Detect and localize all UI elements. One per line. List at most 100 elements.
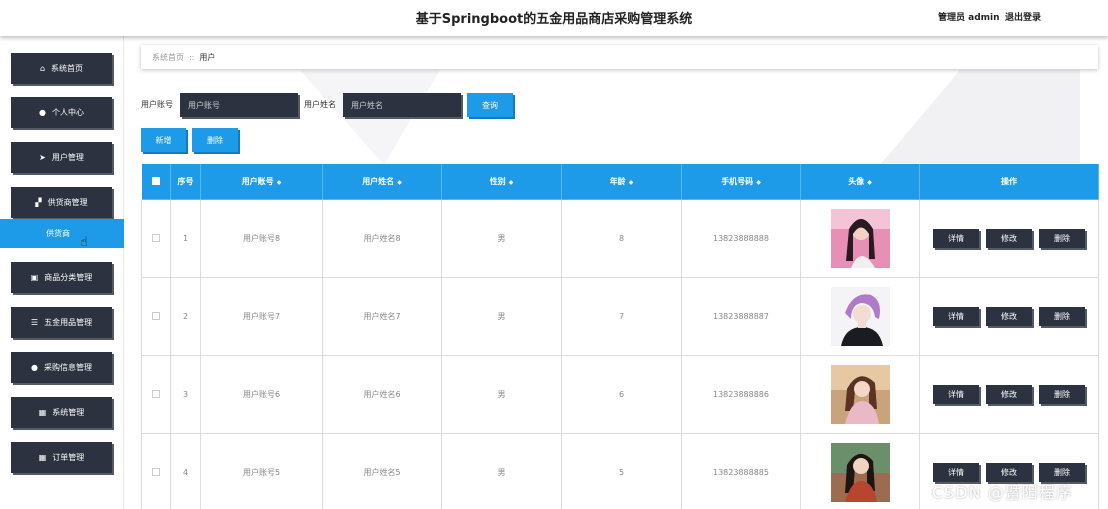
select-all-cell[interactable] — [141, 163, 171, 200]
logout-link[interactable]: 退出登录 — [1005, 10, 1041, 23]
column-header-index: 序号 — [170, 163, 201, 200]
avatar — [830, 365, 890, 424]
sidebar-item-label: 个人中心 — [51, 108, 84, 117]
row-checkbox[interactable] — [152, 311, 160, 320]
sort-icon[interactable]: ◆ — [756, 179, 761, 186]
sidebar-item-label: 用户管理 — [51, 153, 84, 162]
column-header-gender[interactable]: 性别 ◆ — [441, 163, 562, 200]
column-header-label: 用户姓名 — [362, 177, 395, 186]
briefcase-icon: ▣ — [30, 273, 39, 282]
select-all-checkbox[interactable] — [152, 176, 160, 185]
cell-age: 5 — [561, 433, 682, 509]
grid-icon: ▦ — [38, 453, 47, 462]
row-checkbox[interactable] — [152, 389, 160, 398]
detail-button[interactable]: 详情 — [933, 229, 979, 248]
table-row: 3 用户账号6 用户姓名6 男 6 13823888886 详情 修改 删除 — [141, 355, 1099, 434]
sidebar-subitem-supplier[interactable]: 供货商 — [0, 219, 124, 248]
sort-icon[interactable]: ◆ — [867, 179, 872, 186]
column-header-name[interactable]: 用户姓名 ◆ — [322, 163, 442, 200]
thumbs-up-icon: ▞ — [35, 198, 42, 207]
sidebar-item-hardware[interactable]: ☰ 五金用品管理 — [11, 307, 112, 338]
edit-button[interactable]: 修改 — [986, 307, 1032, 326]
sidebar-item-home[interactable]: ⌂ 系统首页 — [11, 53, 112, 84]
column-header-label: 年龄 — [609, 177, 626, 186]
name-label: 用户姓名 — [304, 100, 336, 109]
breadcrumb-separator: :: — [189, 52, 195, 62]
grid-icon: ▦ — [38, 408, 47, 417]
breadcrumb-home[interactable]: 系统首页 — [152, 52, 184, 63]
delete-button[interactable]: 删除 — [1039, 307, 1085, 326]
sidebar-item-suppliers[interactable]: ▞ 供货商管理 — [11, 187, 112, 218]
sidebar-item-users[interactable]: ➤ 用户管理 — [11, 142, 112, 173]
sidebar-subitem-label: 供货商 — [46, 229, 70, 238]
column-header-label: 头像 — [848, 177, 865, 186]
detail-button[interactable]: 详情 — [933, 307, 979, 326]
list-icon: ☰ — [30, 318, 39, 327]
delete-button[interactable]: 删除 — [1039, 385, 1085, 404]
cell-name: 用户姓名7 — [322, 277, 442, 356]
detail-button[interactable]: 详情 — [933, 385, 979, 404]
sidebar-item-system[interactable]: ▦ 系统管理 — [11, 397, 112, 428]
background-shape — [880, 70, 1080, 165]
sidebar-item-label: 供货商管理 — [47, 198, 88, 207]
cell-phone: 13823888888 — [681, 199, 801, 278]
delete-button[interactable]: 删除 — [1039, 229, 1085, 248]
column-header-age[interactable]: 年龄 ◆ — [561, 163, 682, 200]
paper-plane-icon: ➤ — [39, 153, 46, 162]
sort-icon[interactable]: ◆ — [397, 179, 402, 186]
sort-icon[interactable]: ◆ — [509, 179, 514, 186]
cell-name: 用户姓名8 — [322, 199, 442, 278]
user-table: 序号 用户账号 ◆ 用户姓名 ◆ 性别 ◆ 年龄 ◆ 手机号码 ◆ 头像 ◆ 操作 1 用户… — [141, 163, 1099, 509]
avatar — [830, 443, 890, 502]
column-header-avatar[interactable]: 头像 ◆ — [800, 163, 920, 200]
row-select-cell[interactable] — [141, 277, 171, 356]
cell-actions: 详情 修改 删除 — [919, 199, 1099, 278]
column-header-phone[interactable]: 手机号码 ◆ — [681, 163, 801, 200]
sidebar-item-orders[interactable]: ▦ 订单管理 — [11, 442, 112, 473]
table-row: 1 用户账号8 用户姓名8 男 8 13823888888 详情 修改 删除 — [141, 199, 1099, 278]
cell-index: 1 — [170, 199, 201, 278]
user-icon: ● — [31, 363, 38, 372]
column-header-label: 性别 — [489, 177, 506, 186]
cell-avatar — [800, 199, 920, 278]
cell-index: 2 — [170, 277, 201, 356]
cell-phone: 13823888885 — [681, 433, 801, 509]
query-button[interactable]: 查询 — [467, 93, 513, 117]
sort-icon[interactable]: ◆ — [277, 179, 282, 186]
edit-button[interactable]: 修改 — [986, 385, 1032, 404]
cell-name: 用户姓名6 — [322, 355, 442, 434]
column-header-account[interactable]: 用户账号 ◆ — [200, 163, 323, 200]
breadcrumb-current: 用户 — [199, 52, 216, 62]
cell-age: 6 — [561, 355, 682, 434]
sidebar-item-label: 订单管理 — [52, 453, 85, 462]
avatar — [830, 287, 890, 346]
row-select-cell[interactable] — [141, 199, 171, 278]
cell-index: 4 — [170, 433, 201, 509]
row-select-cell[interactable] — [141, 433, 171, 509]
sidebar-item-label: 采购信息管理 — [43, 363, 92, 372]
sidebar-item-purchase[interactable]: ● 采购信息管理 — [11, 352, 112, 383]
add-button[interactable]: 新增 — [141, 128, 186, 152]
name-search-input[interactable] — [343, 93, 461, 117]
column-header-label: 用户账号 — [241, 177, 274, 186]
sidebar-item-label: 五金用品管理 — [44, 318, 93, 327]
row-select-cell[interactable] — [141, 355, 171, 434]
cell-actions: 详情 修改 删除 — [919, 277, 1099, 356]
sidebar-item-category[interactable]: ▣ 商品分类管理 — [11, 262, 112, 293]
cell-account: 用户账号8 — [200, 199, 323, 278]
sort-icon[interactable]: ◆ — [629, 179, 634, 186]
admin-label: 管理员 admin — [938, 13, 1000, 23]
account-search-input[interactable] — [180, 93, 298, 117]
row-checkbox[interactable] — [152, 467, 160, 476]
account-label: 用户账号 — [141, 100, 173, 109]
background-shape — [300, 70, 440, 165]
sidebar-item-profile[interactable]: ● 个人中心 — [11, 97, 112, 128]
table-row: 2 用户账号7 用户姓名7 男 7 13823888887 详情 修改 删除 — [141, 277, 1099, 356]
batch-delete-button[interactable]: 删除 — [192, 128, 238, 152]
row-checkbox[interactable] — [152, 233, 160, 242]
cell-avatar — [800, 277, 920, 356]
user-icon: ● — [39, 108, 46, 117]
cell-gender: 男 — [441, 199, 562, 278]
edit-button[interactable]: 修改 — [986, 229, 1032, 248]
cell-actions: 详情 修改 删除 — [919, 355, 1099, 434]
